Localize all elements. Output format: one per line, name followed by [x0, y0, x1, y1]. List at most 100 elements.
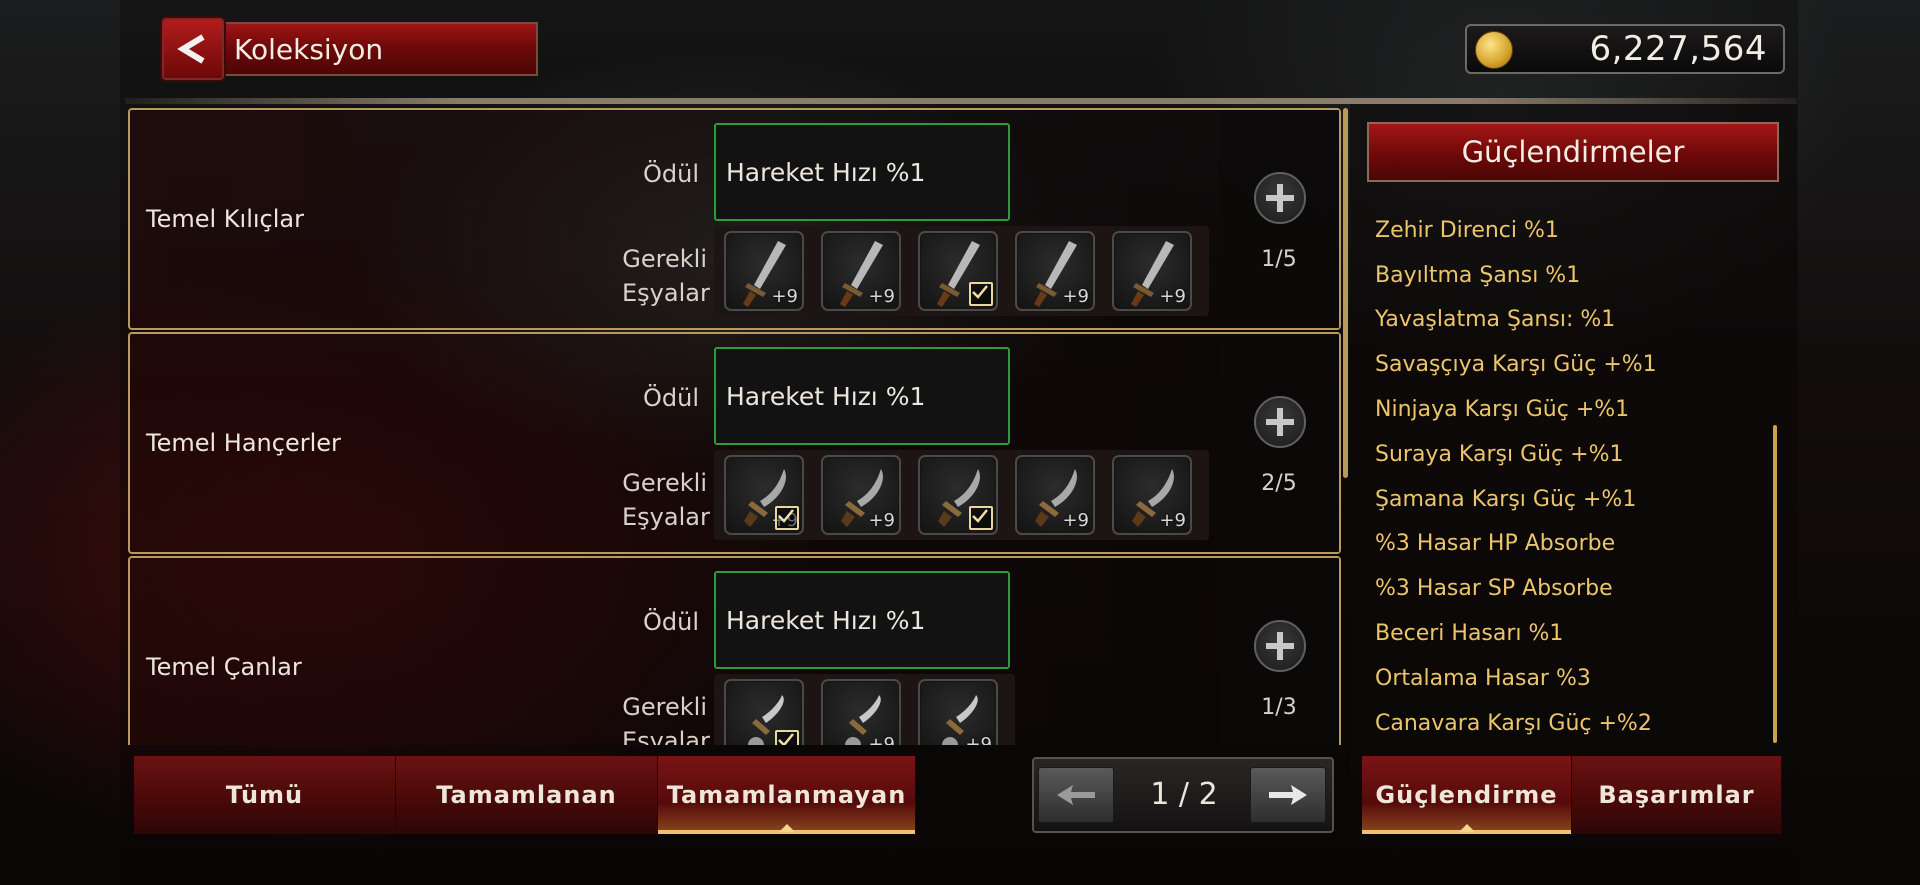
buff-item: Yavaşlatma Şansı: %1	[1375, 307, 1616, 333]
arrow-right-icon	[1269, 785, 1307, 805]
reward-box: Hareket Hızı %1	[714, 571, 1010, 669]
item-slot[interactable]: +9	[821, 231, 901, 311]
tab-label: Tamamlanan	[436, 781, 617, 809]
item-slot[interactable]: +9	[821, 679, 901, 745]
item-slot[interactable]	[918, 455, 998, 535]
prev-page-button[interactable]	[1038, 767, 1114, 823]
item-slot[interactable]	[724, 679, 804, 745]
collection-card: Temel Kılıçlar Ödül Hareket Hızı %1 Gerekli…	[128, 108, 1341, 330]
reward-label: Ödül	[642, 608, 699, 636]
buff-item: Bayıltma Şansı %1	[1375, 262, 1581, 288]
buff-item: %3 Hasar HP Absorbe	[1375, 531, 1616, 557]
enchant-level: +9	[1159, 286, 1186, 307]
required-items-label-line: Gerekli	[622, 693, 707, 721]
collection-list-scrollbar[interactable]	[1343, 108, 1348, 478]
required-items-label: Gerekli Eşyalar	[622, 690, 710, 745]
add-button[interactable]	[1254, 172, 1306, 224]
back-button[interactable]	[160, 16, 226, 82]
required-items-label: Gerekli Eşyalar	[622, 242, 710, 310]
tab-incomplete[interactable]: Tamamlanmayan	[658, 756, 916, 834]
page-title-bar: Koleksiyon	[190, 22, 538, 76]
collection-name: Temel Çanlar	[146, 653, 302, 681]
buff-item: Zehir Direnci %1	[1375, 217, 1559, 243]
buff-item: Ortalama Hasar %3	[1375, 665, 1591, 691]
tab-label: Tamamlanmayan	[666, 781, 907, 809]
item-slot[interactable]: +9	[1015, 455, 1095, 535]
buff-list-scrollbar[interactable]	[1773, 425, 1777, 743]
required-items-label-line: Eşyalar	[622, 727, 710, 745]
required-items-slots: +9 +9	[714, 674, 1015, 745]
collection-progress: 2/5	[1261, 471, 1297, 496]
buffs-panel-header: Güçlendirmeler	[1367, 122, 1779, 182]
required-items-slots: +9 +9 +9 +9	[714, 450, 1209, 540]
item-slot[interactable]: +9	[1112, 231, 1192, 311]
reward-label: Ödül	[642, 160, 699, 188]
item-slot[interactable]: +9	[1015, 231, 1095, 311]
collection-card: Temel Hançerler Ödül Hareket Hızı %1 Gerekl…	[128, 332, 1341, 554]
collection-progress: 1/3	[1261, 695, 1297, 720]
required-items-label: Gerekli Eşyalar	[622, 466, 710, 534]
reward-box: Hareket Hızı %1	[714, 123, 1010, 221]
required-items-label-line: Gerekli	[622, 245, 707, 273]
enchant-level: +9	[868, 510, 895, 531]
reward-text: Hareket Hızı %1	[726, 381, 926, 411]
collection-list[interactable]: Temel Kılıçlar Ödül Hareket Hızı %1 Gerekli…	[128, 108, 1343, 745]
checkmark-icon	[969, 282, 993, 306]
collection-progress: 1/5	[1261, 247, 1297, 272]
buff-item: Şamana Karşı Güç +%1	[1375, 486, 1637, 512]
active-tab-indicator-icon	[1458, 824, 1475, 832]
required-items-slots: +9 +9 +9 +9	[714, 226, 1209, 316]
item-slot[interactable]: +9	[1112, 455, 1192, 535]
collection-action-column: 1/3	[1219, 558, 1339, 745]
buff-item: Suraya Karşı Güç +%1	[1375, 441, 1624, 467]
currency-display: 6,227,564	[1465, 24, 1785, 74]
plus-icon	[1266, 184, 1294, 212]
tab-label: Tümü	[225, 781, 304, 809]
enchant-level: +9	[1062, 286, 1089, 307]
back-arrow-icon	[177, 34, 205, 64]
collection-name: Temel Kılıçlar	[146, 205, 304, 233]
reward-box: Hareket Hızı %1	[714, 347, 1010, 445]
next-page-button[interactable]	[1250, 767, 1326, 823]
buff-item: %3 Hasar SP Absorbe	[1375, 576, 1613, 602]
collection-card: Temel Çanlar Ödül Hareket Hızı %1 Gerekli Eş…	[128, 556, 1341, 745]
item-slot[interactable]: +9	[724, 455, 804, 535]
pagination: 1 / 2	[1032, 757, 1334, 833]
required-items-label-line: Eşyalar	[622, 503, 710, 531]
plus-icon	[1266, 632, 1294, 660]
active-tab-indicator-icon	[778, 824, 795, 832]
collection-name: Temel Hançerler	[146, 429, 341, 457]
tab-buffs[interactable]: Güçlendirme	[1362, 756, 1572, 834]
filter-tabs: Tümü Tamamlanan Tamamlanmayan	[134, 756, 916, 834]
page-title: Koleksiyon	[234, 32, 384, 66]
reward-label: Ödül	[642, 384, 699, 412]
enchant-level: +9	[868, 286, 895, 307]
required-items-label-line: Gerekli	[622, 469, 707, 497]
item-slot[interactable]: +9	[918, 679, 998, 745]
buffs-panel-title: Güçlendirmeler	[1461, 135, 1685, 169]
enchant-level: +9	[1159, 510, 1186, 531]
tab-label: Güçlendirme	[1375, 781, 1558, 809]
tab-completed[interactable]: Tamamlanan	[396, 756, 658, 834]
add-button[interactable]	[1254, 396, 1306, 448]
item-slot[interactable]	[918, 231, 998, 311]
tab-all[interactable]: Tümü	[134, 756, 396, 834]
enchant-level: +9	[771, 286, 798, 307]
checkmark-icon	[969, 506, 993, 530]
buff-item: Beceri Hasarı %1	[1375, 621, 1564, 647]
collection-action-column: 1/5	[1219, 110, 1339, 328]
coin-amount: 6,227,564	[1589, 29, 1767, 69]
collection-action-column: 2/5	[1219, 334, 1339, 552]
buff-list: Zehir Direnci %1 Bayıltma Şansı %1 Yavaşla…	[1375, 208, 1775, 746]
checkmark-icon	[775, 730, 799, 745]
buff-item: Ninjaya Karşı Güç +%1	[1375, 397, 1630, 423]
tab-label: Başarımlar	[1598, 781, 1755, 809]
reward-text: Hareket Hızı %1	[726, 157, 926, 187]
add-button[interactable]	[1254, 620, 1306, 672]
item-slot[interactable]: +9	[821, 455, 901, 535]
buff-item: Canavara Karşı Güç +%2	[1375, 710, 1652, 736]
item-slot[interactable]: +9	[724, 231, 804, 311]
page-indicator: 1 / 2	[1150, 777, 1218, 812]
tab-achievements[interactable]: Başarımlar	[1572, 756, 1782, 834]
required-items-label-line: Eşyalar	[622, 279, 710, 307]
